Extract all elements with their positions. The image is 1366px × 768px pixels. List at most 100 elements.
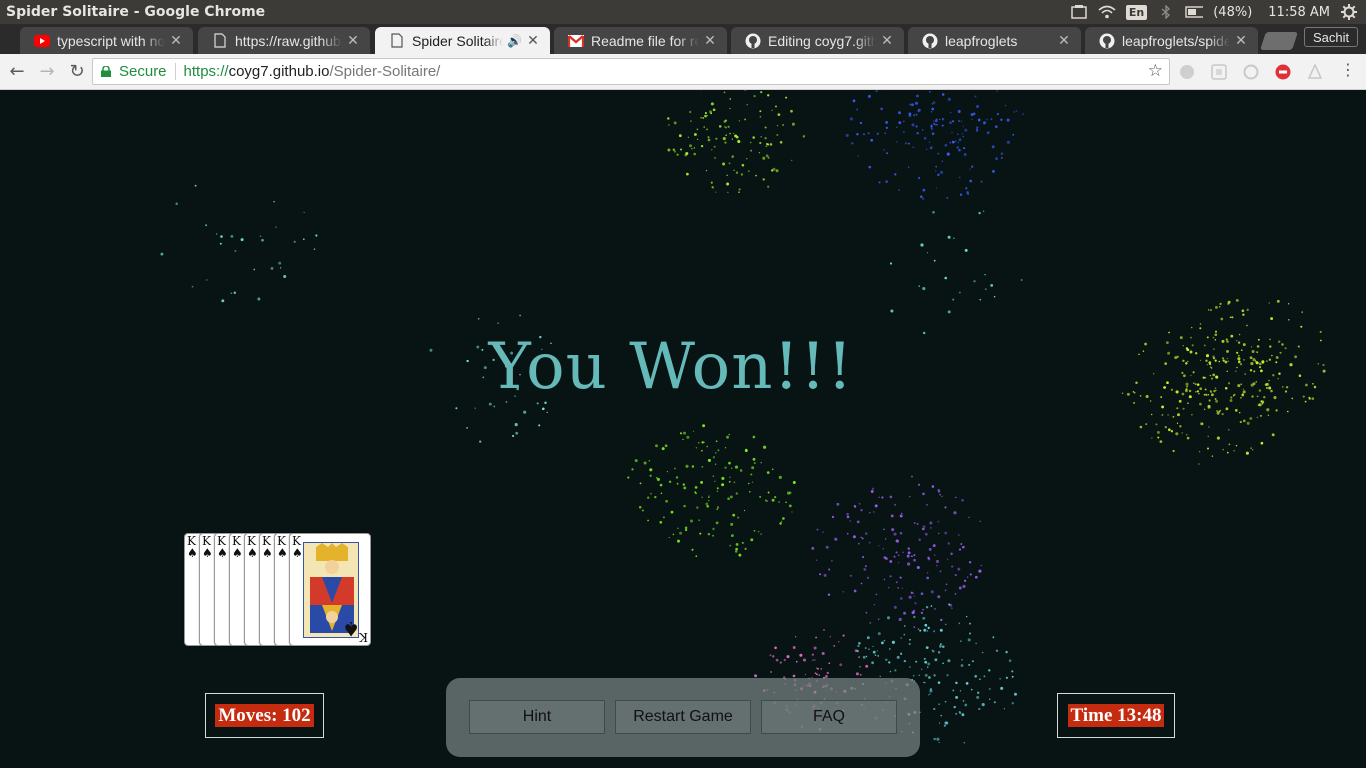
firework-particle <box>750 473 753 476</box>
firework-particle <box>939 494 941 496</box>
firework-particle <box>994 125 998 129</box>
firework-particle <box>665 499 668 503</box>
firework-particle <box>878 181 881 184</box>
tab-close-icon[interactable]: ✕ <box>1057 32 1071 49</box>
firework-particle <box>853 589 857 593</box>
extension-icon-5[interactable] <box>1304 62 1326 82</box>
tab-close-icon[interactable]: ✕ <box>526 32 540 49</box>
audio-playing-icon[interactable]: 🔊 <box>507 34 522 48</box>
firework-particle <box>882 547 885 550</box>
extension-icon-1[interactable] <box>1176 62 1198 82</box>
clock[interactable]: 11:58 AM <box>1268 5 1330 20</box>
extension-icon-3[interactable] <box>1240 62 1262 82</box>
tab-spider-solitaire[interactable]: Spider Solitaire 🔊 ✕ <box>375 27 550 54</box>
extension-icon-4[interactable] <box>1272 62 1294 82</box>
firework-particle <box>704 112 707 115</box>
firework-particle <box>763 445 767 449</box>
back-arrow-icon[interactable]: ← <box>4 59 30 85</box>
firework-particle <box>735 492 738 495</box>
firework-particle <box>767 185 770 188</box>
firework-particle <box>911 611 915 615</box>
new-tab-button[interactable] <box>1260 32 1298 50</box>
firework-particle <box>937 173 940 177</box>
firework-particle <box>729 98 732 100</box>
bookmark-star-icon[interactable]: ☆ <box>1148 61 1163 81</box>
forward-arrow-icon[interactable]: → <box>34 59 60 85</box>
firework-particle <box>684 153 688 157</box>
tab-youtube[interactable]: typescript with nodejs ✕ <box>20 27 193 54</box>
settings-gear-icon[interactable] <box>1340 4 1358 20</box>
extension-icon-2[interactable] <box>1208 62 1230 82</box>
firework-particle <box>894 669 897 672</box>
firework-particle <box>788 504 792 508</box>
window-title: Spider Solitaire - Google Chrome <box>6 4 266 20</box>
firework-particle <box>990 283 994 287</box>
firework-particle <box>946 152 950 156</box>
tab-leapfroglets-spider[interactable]: leapfroglets/spider ✕ <box>1085 27 1258 54</box>
firework-particle <box>945 583 948 586</box>
battery-icon[interactable] <box>1185 4 1204 20</box>
firework-particle <box>731 155 735 158</box>
profile-button[interactable]: Sachit <box>1304 27 1359 47</box>
firework-particle <box>864 565 867 568</box>
address-bar[interactable]: Secure https://coyg7.github.io/Spider-So… <box>92 58 1170 85</box>
firework-particle <box>728 461 731 465</box>
firework-particle <box>641 509 644 512</box>
tab-raw-github[interactable]: https://raw.githubusercontent.com ✕ <box>198 27 370 54</box>
firework-particle <box>888 661 891 664</box>
firework-particle <box>673 121 677 125</box>
firework-particle <box>767 156 770 159</box>
firework-particle <box>926 630 929 632</box>
firework-particle <box>670 510 674 514</box>
firework-particle <box>988 688 991 690</box>
firework-particle <box>691 465 695 468</box>
firework-particle <box>1139 425 1143 429</box>
reload-icon[interactable]: ↻ <box>64 59 90 85</box>
firework-particle <box>668 124 670 126</box>
tab-gmail[interactable]: Readme file for repo ✕ <box>554 27 727 54</box>
firework-particle <box>760 136 762 138</box>
tab-close-icon[interactable]: ✕ <box>703 32 717 49</box>
language-indicator[interactable]: En <box>1125 4 1148 20</box>
tab-close-icon[interactable]: ✕ <box>346 32 360 49</box>
extensions-row <box>1176 62 1326 82</box>
firework-particle <box>898 617 902 622</box>
firework-particle <box>1198 463 1200 465</box>
firework-particle <box>936 565 938 567</box>
firework-particle <box>957 567 961 571</box>
tab-close-icon[interactable]: ✕ <box>880 32 894 49</box>
firework-particle <box>889 262 893 265</box>
firework-particle <box>957 534 960 536</box>
hint-button[interactable]: Hint <box>469 700 605 734</box>
firework-particle <box>691 548 694 551</box>
firework-particle <box>943 724 947 727</box>
firework-particle <box>1276 299 1280 303</box>
tab-editing-github[interactable]: Editing coyg7.github.io ✕ <box>731 27 904 54</box>
firework-particle <box>920 592 924 596</box>
tab-close-icon[interactable]: ✕ <box>1234 32 1248 49</box>
firework-particle <box>753 462 756 465</box>
firework-particle <box>302 238 305 241</box>
spade-suit-icon: ♠ <box>292 546 303 560</box>
firework-particle <box>765 154 769 158</box>
menu-icon[interactable]: ⋮ <box>1340 60 1356 79</box>
firework-particle <box>826 671 829 675</box>
wifi-icon[interactable] <box>1098 4 1116 20</box>
firework-particle <box>916 565 920 570</box>
firework-particle <box>901 512 903 515</box>
firework-particle <box>466 426 469 429</box>
firework-particle <box>815 559 818 561</box>
bluetooth-icon[interactable] <box>1157 4 1175 20</box>
firework-particle <box>947 659 951 663</box>
security-label[interactable]: Secure <box>119 63 167 80</box>
clipboard-icon[interactable] <box>1070 4 1088 20</box>
tab-leapfroglets[interactable]: leapfroglets ✕ <box>908 27 1081 54</box>
firework-particle <box>862 556 865 559</box>
firework-particle <box>683 486 687 490</box>
tab-close-icon[interactable]: ✕ <box>169 32 183 49</box>
firework-particle <box>903 625 906 627</box>
firework-particle <box>1155 423 1158 426</box>
faq-button[interactable]: FAQ <box>761 700 897 734</box>
restart-game-button[interactable]: Restart Game <box>615 700 751 734</box>
firework-particle <box>775 105 777 108</box>
